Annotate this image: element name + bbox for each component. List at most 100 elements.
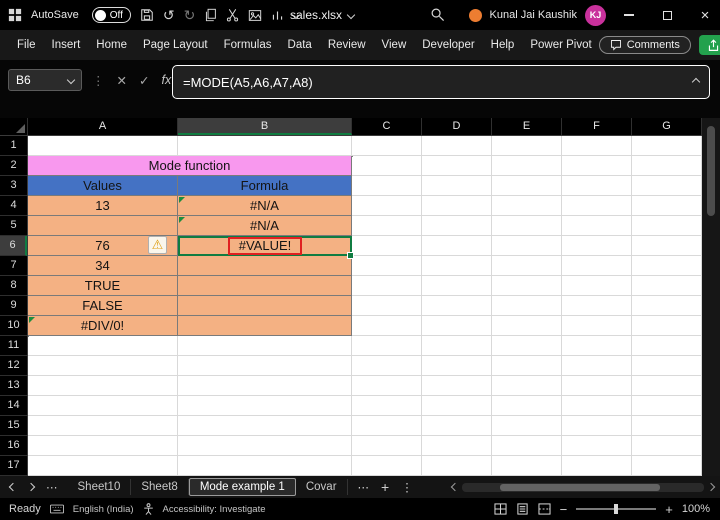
page-layout-view-icon[interactable]	[516, 503, 529, 515]
insert-picture-button[interactable]	[248, 9, 262, 22]
page-break-preview-icon[interactable]	[538, 503, 551, 515]
confirm-entry-icon[interactable]: ✓	[139, 73, 149, 88]
zoom-in-button[interactable]: +	[665, 502, 673, 517]
column-header-a[interactable]: A	[28, 118, 178, 135]
ribbon-tab-file[interactable]: File	[10, 35, 43, 55]
sheet-tab-covar[interactable]: Covar	[296, 479, 348, 495]
error-trace-warning-icon[interactable]: ⚠	[148, 236, 167, 254]
accessibility-status[interactable]: Accessibility: Investigate	[163, 504, 266, 515]
sheet-tab-sheet8[interactable]: Sheet8	[131, 479, 189, 495]
minimize-button[interactable]	[614, 0, 644, 30]
row-header-6[interactable]: 6	[0, 236, 27, 256]
search-icon[interactable]	[430, 7, 445, 22]
row-header-9[interactable]: 9	[0, 296, 27, 316]
cell-a8[interactable]: TRUE	[28, 276, 178, 296]
avatar[interactable]: KJ	[585, 4, 606, 26]
formula-input[interactable]: =MODE(A5,A6,A7,A8)	[172, 65, 710, 99]
column-header-c[interactable]: C	[352, 118, 422, 135]
cell-a7[interactable]: 34	[28, 256, 178, 276]
ribbon-tab-formulas[interactable]: Formulas	[217, 35, 279, 55]
ribbon-tab-developer[interactable]: Developer	[415, 35, 481, 55]
sheet-list-ellipsis-icon[interactable]: ⋯	[46, 480, 58, 494]
language-indicator[interactable]: English (India)	[73, 504, 134, 515]
column-header-d[interactable]: D	[422, 118, 492, 135]
row-header-17[interactable]: 17	[0, 456, 27, 476]
row-header-2[interactable]: 2	[0, 156, 27, 176]
formula-bar-collapse-chevron[interactable]	[691, 77, 701, 87]
cell-a9[interactable]: FALSE	[28, 296, 178, 316]
ribbon-tab-data[interactable]: Data	[281, 35, 319, 55]
row-header-3[interactable]: 3	[0, 176, 27, 196]
ribbon-tab-home[interactable]: Home	[89, 35, 134, 55]
zoom-slider-thumb[interactable]	[614, 504, 619, 514]
file-name[interactable]: sales.xlsx	[290, 8, 342, 22]
row-header-13[interactable]: 13	[0, 376, 27, 396]
vertical-scrollbar[interactable]	[702, 118, 720, 476]
cell-b3-formula-header[interactable]: Formula	[178, 176, 352, 196]
comments-button[interactable]: Comments	[598, 36, 691, 54]
cell-a4[interactable]: 13	[28, 196, 178, 216]
ribbon-tab-view[interactable]: View	[375, 35, 414, 55]
undo-button[interactable]: ↺	[163, 7, 175, 24]
cancel-entry-icon[interactable]: ✕	[117, 73, 127, 88]
column-header-b[interactable]: B	[178, 118, 352, 135]
cut-button[interactable]	[226, 8, 239, 22]
row-header-1[interactable]: 1	[0, 136, 27, 156]
row-header-4[interactable]: 4	[0, 196, 27, 216]
sheet-nav-right-icon[interactable]	[26, 482, 36, 492]
column-header-e[interactable]: E	[492, 118, 562, 135]
column-header-g[interactable]: G	[632, 118, 702, 135]
row-header-8[interactable]: 8	[0, 276, 27, 296]
grid-body[interactable]: 1 2 3 4 5 6 7 8 9 10 11 12 13 14 15 16 1…	[0, 136, 702, 476]
file-menu-chevron[interactable]	[346, 10, 356, 20]
ribbon-tab-page-layout[interactable]: Page Layout	[136, 35, 215, 55]
cell-a2-title[interactable]: Mode function	[28, 156, 352, 176]
close-button[interactable]: ×	[690, 0, 720, 30]
sheet-options-kebab-icon[interactable]: ⋮	[401, 480, 413, 494]
maximize-button[interactable]	[652, 0, 682, 30]
row-header-16[interactable]: 16	[0, 436, 27, 456]
horizontal-scrollbar-thumb[interactable]	[500, 483, 660, 491]
save-button[interactable]	[140, 8, 154, 22]
normal-view-icon[interactable]	[494, 503, 507, 515]
sheet-tab-mode-example-1[interactable]: Mode example 1	[188, 478, 296, 496]
select-all-corner[interactable]	[0, 118, 28, 135]
share-button[interactable]	[698, 35, 720, 55]
row-header-5[interactable]: 5	[0, 216, 27, 236]
cell-b8[interactable]	[178, 276, 352, 296]
sheet-nav-left-icon[interactable]	[8, 482, 18, 492]
copy-button[interactable]	[204, 8, 217, 22]
cell-a3-values-header[interactable]: Values	[28, 176, 178, 196]
row-header-15[interactable]: 15	[0, 416, 27, 436]
cell-b5[interactable]: #N/A	[178, 216, 352, 236]
cell-a10[interactable]: #DIV/0!	[28, 316, 178, 336]
fill-handle[interactable]	[347, 252, 354, 259]
zoom-out-button[interactable]: −	[560, 502, 568, 517]
cell-b4[interactable]: #N/A	[178, 196, 352, 216]
cell-b10[interactable]	[178, 316, 352, 336]
zoom-level[interactable]: 100%	[682, 503, 710, 515]
row-header-11[interactable]: 11	[0, 336, 27, 356]
row-header-12[interactable]: 12	[0, 356, 27, 376]
cell-a5[interactable]	[28, 216, 178, 236]
chart-button[interactable]	[271, 9, 284, 22]
name-box-chevron[interactable]	[66, 75, 76, 85]
sheet-tab-sheet10[interactable]: Sheet10	[68, 479, 132, 495]
column-header-f[interactable]: F	[562, 118, 632, 135]
vertical-scrollbar-thumb[interactable]	[707, 126, 715, 216]
horizontal-scrollbar[interactable]	[450, 482, 716, 492]
zoom-slider[interactable]	[576, 504, 657, 514]
cell-b9[interactable]	[178, 296, 352, 316]
ribbon-tab-power-pivot[interactable]: Power Pivot	[523, 35, 598, 55]
redo-button[interactable]: ↻	[184, 7, 196, 24]
row-header-10[interactable]: 10	[0, 316, 27, 336]
more-sheets-ellipsis-icon[interactable]: ⋯	[358, 480, 370, 494]
ribbon-tab-help[interactable]: Help	[484, 35, 522, 55]
cell-b6-selected[interactable]: #VALUE!	[178, 236, 352, 256]
row-header-14[interactable]: 14	[0, 396, 27, 416]
cell-b7[interactable]	[178, 256, 352, 276]
scroll-left-icon[interactable]	[450, 482, 460, 492]
name-box[interactable]: B6	[8, 69, 82, 91]
insert-function-icon[interactable]: fx	[161, 73, 171, 87]
add-sheet-button[interactable]: +	[381, 479, 389, 495]
